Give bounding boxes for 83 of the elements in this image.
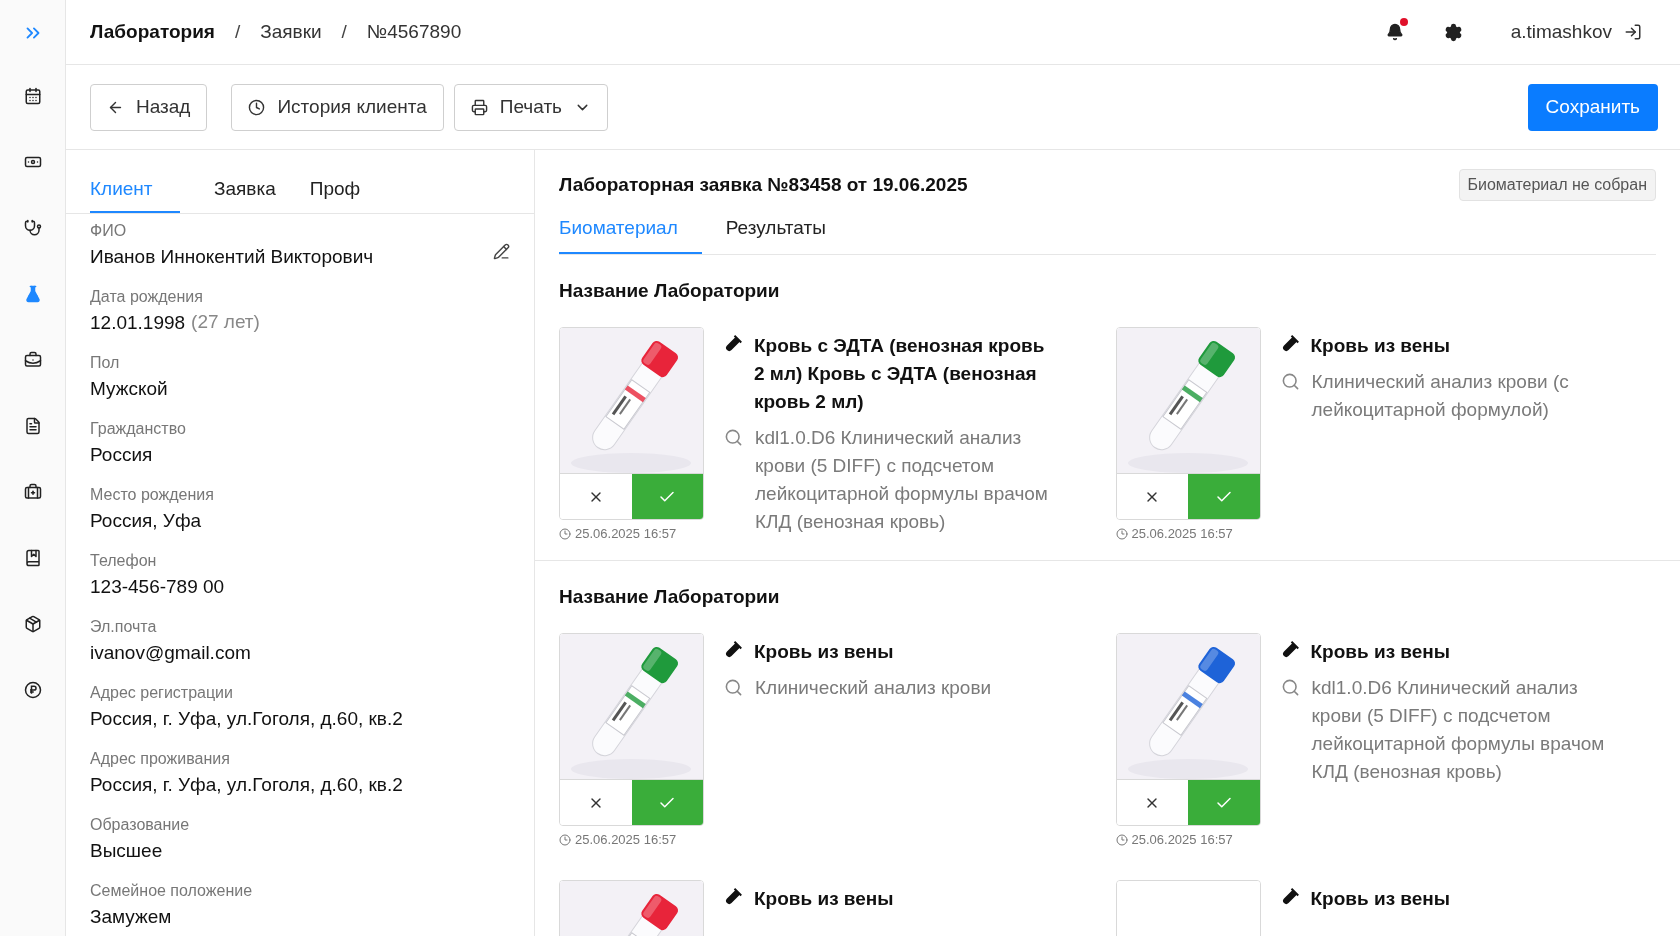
field-value: Россия, Уфа [90,508,202,533]
test-tube-icon [724,335,742,353]
order-tab[interactable]: Результаты [725,214,826,254]
order-title: Лабораторная заявка №83458 от 19.06.2025 [559,172,968,197]
flask-icon[interactable] [23,285,42,303]
field-label: Дата рождения [90,286,204,307]
edit-icon[interactable] [493,243,510,260]
status-badge: Биоматериал не собран [1458,169,1656,201]
field-label: Гражданство [90,418,187,439]
user-name[interactable]: a.timashkov [1510,17,1612,47]
field-value: Россия, г. Уфа, ул.Гоголя, д.60, кв.2 [90,772,403,797]
search-icon [724,678,743,697]
field-label: ФИО [90,220,128,241]
field-value: Замужем [90,904,172,929]
printer-icon [470,98,488,116]
field-value: 12.01.1998 [90,310,186,335]
sample-title: Кровь из вены [754,886,894,911]
back-button[interactable]: Назад [90,83,208,131]
breadcrumb-link[interactable]: Лаборатория [90,17,215,47]
field-value: 123-456-789 00 [90,574,225,599]
breadcrumb-link[interactable]: №4567890 [366,17,462,47]
field-label: Адрес проживания [90,748,231,769]
field-label: Адрес регистрации [90,682,234,703]
sample-title: Кровь из вены [1310,334,1451,358]
sample-title: Кровь из вены [1310,886,1451,911]
field-label: Эл.почта [90,616,158,637]
test-tube-icon [1280,641,1299,659]
document-icon[interactable] [23,417,42,435]
client-tab[interactable]: Заявка [214,175,276,213]
client-tab[interactable]: Проф [309,175,361,213]
clock-icon [1115,527,1128,540]
save-button[interactable]: Сохранить [1527,83,1658,131]
sample-title: Кровь с ЭДТА (венозная кровь 2 мл) Кровь с ЭДТА (венозная кровь 2 мл) [754,334,1046,414]
analysis-text: Клинический анализ крови (с лейкоцитарной формулой) [1311,370,1570,422]
field-label: Телефон [90,550,158,571]
field-value: Иванов Иннокентий Викторович [90,244,374,269]
field-value: Высшее [90,838,163,863]
sample-time: 25.06.2025 16:57 [575,831,677,849]
clock-icon [559,527,571,540]
client-history-button[interactable]: История клиента [231,83,444,131]
analysis-text: kdl1.0.D6 Клинический анализ крови (5 DIFF) с подсчетом лейкоцитарной формулы врачом КЛД (венозная кровь) [755,426,1049,534]
field-value: Россия [90,442,153,467]
calendar-icon[interactable] [23,87,42,105]
stethoscope-icon[interactable] [23,219,42,237]
sample-time: 25.06.2025 16:57 [1131,831,1233,849]
field-label: Место рождения [90,484,215,505]
clock-icon [248,98,266,116]
field-label: Семейное положение [90,880,254,901]
analysis-text: Клинический анализ крови [755,676,992,700]
analysis-text: kdl1.0.D6 Клинический анализ крови (5 DIFF) с подсчетом лейкоцитарной формулы врачом КЛД (венозная кровь) [1311,676,1606,784]
test-tube-icon [1280,335,1299,353]
ruble-icon[interactable] [23,681,42,699]
settings-icon[interactable] [1443,22,1463,42]
test-tube-icon [724,887,742,906]
sample-title: Кровь из вены [1310,640,1451,664]
breadcrumb-separator: / [234,19,241,44]
breadcrumb-separator: / [341,19,347,44]
search-icon [724,428,743,447]
field-value: ivanov@gmail.com [90,640,251,665]
test-tube-icon [1280,887,1299,906]
field-value: Россия, г. Уфа, ул.Гоголя, д.60, кв.2 [90,706,403,731]
field-value: Мужской [90,376,168,401]
sample-time: 25.06.2025 16:57 [575,525,677,543]
test-tube-icon [724,641,742,659]
sample-title: Кровь из вены [754,640,894,664]
package-icon[interactable] [23,615,42,633]
clock-icon [1115,833,1128,846]
field-label: Пол [90,352,121,373]
clock-icon [559,833,571,846]
medical-case-icon[interactable] [23,483,42,501]
logout-icon[interactable] [1624,23,1642,41]
search-icon [1280,678,1300,697]
field-label: Образование [90,814,191,835]
lab-name: Название Лаборатории [559,584,781,609]
sample-time: 25.06.2025 16:57 [1131,525,1233,543]
age-note: (27 лет) [191,310,260,335]
lab-name: Название Лаборатории [559,278,781,303]
print-button[interactable]: Печать [453,83,608,131]
search-icon [1280,372,1300,391]
briefcase-icon[interactable] [23,351,42,369]
book-icon[interactable] [23,549,42,567]
breadcrumb-link[interactable]: Заявки [260,17,322,47]
notification-icon[interactable] [1385,23,1404,41]
